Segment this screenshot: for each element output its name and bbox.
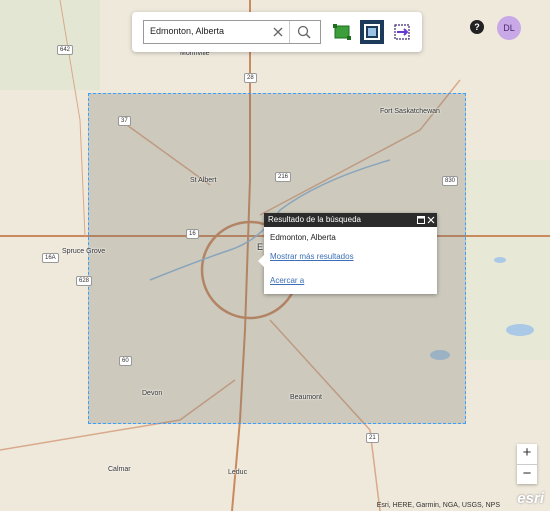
esri-logo: esri — [517, 490, 544, 507]
more-results-link[interactable]: Mostrar más resultados — [270, 252, 431, 261]
highway-shield: 21 — [366, 433, 379, 443]
help-button[interactable]: ? — [470, 20, 484, 34]
zoom-out-button[interactable]: − — [517, 464, 537, 484]
highway-shield: 216 — [275, 172, 292, 182]
search-toolbar — [132, 12, 422, 52]
place-label: Calmar — [108, 466, 131, 473]
close-popup-button[interactable] — [427, 215, 435, 224]
popup-title: Resultado de la búsqueda — [268, 215, 361, 224]
draw-rectangle-icon — [333, 24, 351, 40]
popup-pointer — [258, 255, 264, 267]
highway-shield: 642 — [57, 45, 74, 55]
current-extent-button[interactable] — [360, 20, 384, 44]
user-avatar[interactable]: DL — [497, 16, 521, 40]
place-label: Fort Saskatchewan — [380, 108, 440, 115]
search-input[interactable] — [148, 25, 282, 37]
place-label: E — [257, 242, 264, 252]
popup-body: Edmonton, Alberta Mostrar más resultados… — [264, 227, 437, 285]
popup-header: Resultado de la búsqueda — [264, 213, 437, 227]
move-extent-button[interactable] — [390, 20, 414, 44]
highway-shield: 37 — [118, 116, 131, 126]
place-label: Leduc — [228, 469, 248, 476]
draw-extent-button[interactable] — [330, 20, 354, 44]
search-result-popup: Resultado de la búsqueda Edmonton, Alber… — [258, 213, 437, 294]
search-button[interactable] — [289, 21, 320, 43]
map-attribution[interactable]: Esri, HERE, Garmin, NGA, USGS, NPS — [377, 502, 500, 509]
highway-shield: 16 — [186, 229, 199, 239]
highway-shield: 16A — [42, 253, 59, 263]
zoom-to-link[interactable]: Acercar a — [270, 276, 431, 285]
frame-icon — [364, 24, 380, 40]
maximize-button[interactable] — [417, 215, 425, 224]
place-label: St Albert — [190, 177, 217, 184]
search-icon — [297, 25, 311, 39]
result-text: Edmonton, Alberta — [270, 233, 336, 242]
close-icon — [427, 216, 435, 224]
highway-shield: 628 — [76, 276, 93, 286]
search-box — [143, 20, 321, 44]
close-icon — [273, 27, 283, 37]
clear-search-button[interactable] — [270, 24, 286, 40]
highway-shield: 28 — [244, 73, 257, 83]
highway-shield: 60 — [119, 356, 132, 366]
pan-frame-icon — [394, 24, 410, 40]
place-label: Spruce Grove — [62, 248, 106, 255]
zoom-control: + − — [517, 444, 537, 484]
zoom-in-button[interactable]: + — [517, 444, 537, 464]
place-label: Devon — [142, 390, 163, 397]
maximize-icon — [417, 216, 425, 224]
highway-shield: 830 — [442, 176, 459, 186]
place-label: Beaumont — [290, 394, 322, 401]
